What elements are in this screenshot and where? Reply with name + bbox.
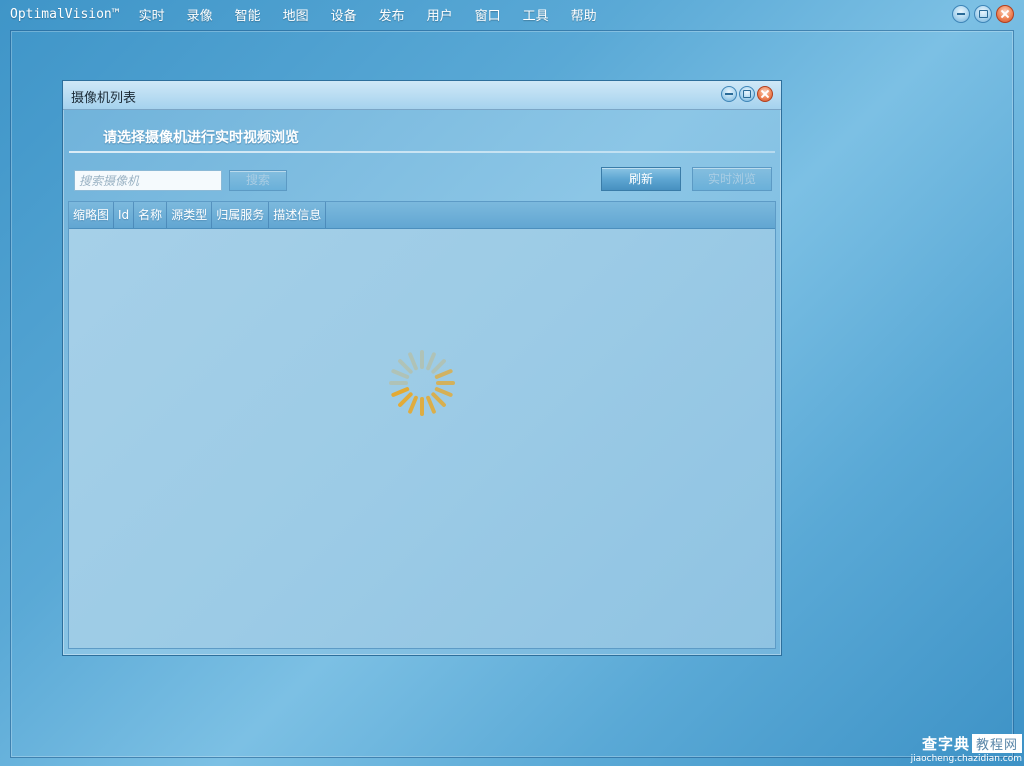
menu-item-recording[interactable]: 录像 — [176, 5, 224, 24]
dialog-titlebar[interactable]: 摄像机列表 — [63, 81, 781, 110]
spinner-segment — [408, 395, 418, 414]
minimize-icon — [725, 93, 733, 95]
minimize-icon — [957, 13, 965, 15]
spinner-segment — [434, 369, 453, 379]
app-title: OptimalVision™ — [10, 6, 120, 22]
column-header-id[interactable]: Id — [114, 202, 135, 228]
dialog-window-controls — [721, 86, 773, 102]
spinner-segment — [398, 359, 413, 374]
spinner-segment — [398, 392, 413, 407]
spinner-segment — [408, 352, 418, 371]
menu-item-tools[interactable]: 工具 — [512, 5, 560, 24]
watermark: 查字典 教程网 jiaocheng.chazidian.com — [911, 733, 1022, 764]
divider — [69, 151, 775, 153]
spinner-segment — [426, 395, 436, 414]
minimize-button[interactable] — [952, 5, 970, 23]
menu-item-devices[interactable]: 设备 — [320, 5, 368, 24]
watermark-box: 教程网 — [971, 734, 1022, 753]
menu-bar: OptimalVision™ 实时 录像 智能 地图 设备 发布 用户 窗口 工… — [0, 0, 1024, 28]
menu-item-live[interactable]: 实时 — [128, 5, 176, 24]
spinner-segment — [431, 392, 446, 407]
column-header-name[interactable]: 名称 — [134, 202, 168, 228]
camera-search-input[interactable] — [74, 170, 222, 191]
menu-item-publish[interactable]: 发布 — [368, 5, 416, 24]
menu-item-map[interactable]: 地图 — [272, 5, 320, 24]
menu-item-help[interactable]: 帮助 — [560, 5, 608, 24]
watermark-url: jiaocheng.chazidian.com — [910, 754, 1022, 764]
spinner-segment — [391, 387, 410, 397]
column-header-description[interactable]: 描述信息 — [269, 202, 327, 228]
maximize-icon — [979, 10, 988, 18]
close-button[interactable] — [996, 5, 1014, 23]
dialog-close-button[interactable] — [757, 86, 773, 102]
spinner-segment — [431, 359, 446, 374]
menu-item-window[interactable]: 窗口 — [464, 5, 512, 24]
window-controls — [952, 5, 1014, 23]
dialog-minimize-button[interactable] — [721, 86, 737, 102]
dialog-title: 摄像机列表 — [71, 91, 137, 106]
column-header-source-type[interactable]: 源类型 — [167, 202, 213, 228]
menu-item-users[interactable]: 用户 — [416, 5, 464, 24]
spinner-segment — [434, 387, 453, 397]
maximize-icon — [743, 90, 751, 98]
table-header: 缩略图 Id 名称 源类型 归属服务 描述信息 — [69, 202, 775, 229]
camera-table: 缩略图 Id 名称 源类型 归属服务 描述信息 — [68, 201, 776, 649]
maximize-button[interactable] — [974, 5, 992, 23]
refresh-button[interactable]: 刷新 — [601, 167, 681, 191]
spinner-segment — [391, 369, 410, 379]
watermark-main: 查字典 — [921, 735, 970, 753]
camera-list-dialog: 摄像机列表 请选择摄像机进行实时视频浏览 搜索 刷新 实时浏览 缩略图 Id 名… — [62, 80, 782, 656]
dialog-instruction: 请选择摄像机进行实时视频浏览 — [103, 130, 299, 146]
menu-item-intelligence[interactable]: 智能 — [224, 5, 272, 24]
search-button[interactable]: 搜索 — [229, 170, 287, 191]
spinner-segment — [426, 352, 436, 371]
loading-spinner-icon — [389, 350, 455, 416]
column-header-thumbnail[interactable]: 缩略图 — [69, 202, 115, 228]
column-header-owner-service[interactable]: 归属服务 — [212, 202, 270, 228]
live-preview-button[interactable]: 实时浏览 — [692, 167, 772, 191]
dialog-maximize-button[interactable] — [739, 86, 755, 102]
